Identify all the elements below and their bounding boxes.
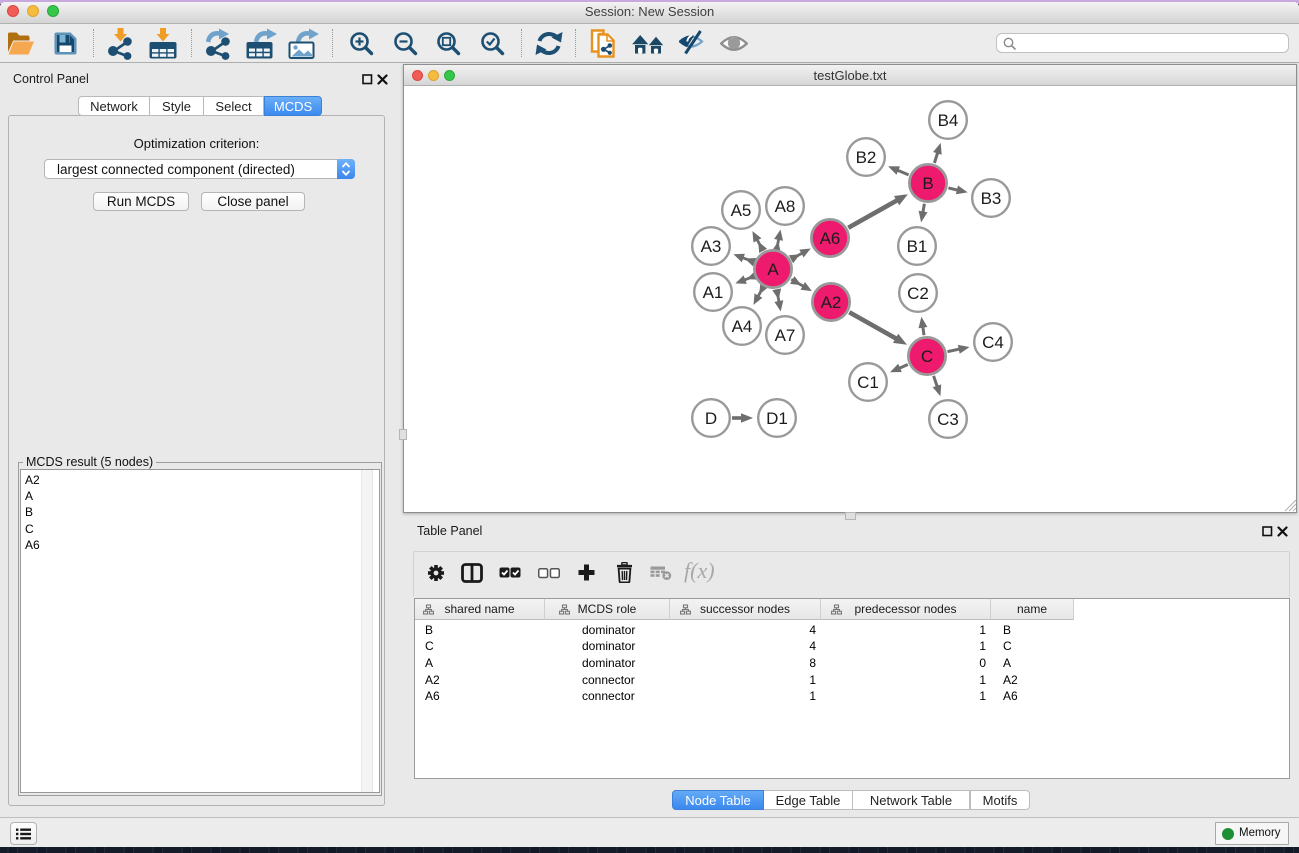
svg-text:C3: C3 — [937, 410, 959, 429]
svg-text:C2: C2 — [907, 284, 929, 303]
svg-text:C1: C1 — [857, 373, 879, 392]
svg-text:D: D — [705, 409, 717, 428]
svg-text:A1: A1 — [703, 283, 724, 302]
svg-text:A7: A7 — [775, 326, 796, 345]
svg-text:A3: A3 — [701, 237, 722, 256]
svg-text:B4: B4 — [938, 111, 959, 130]
svg-text:A2: A2 — [821, 293, 842, 312]
svg-text:B: B — [922, 174, 933, 193]
svg-text:D1: D1 — [766, 409, 788, 428]
svg-text:A5: A5 — [731, 201, 752, 220]
svg-text:B3: B3 — [981, 189, 1002, 208]
svg-text:A4: A4 — [732, 317, 753, 336]
svg-text:B2: B2 — [856, 148, 877, 167]
svg-text:A6: A6 — [820, 229, 841, 248]
svg-text:C4: C4 — [982, 333, 1004, 352]
svg-text:A: A — [767, 260, 779, 279]
svg-text:B1: B1 — [907, 237, 928, 256]
svg-text:A8: A8 — [775, 197, 796, 216]
svg-text:C: C — [921, 347, 933, 366]
